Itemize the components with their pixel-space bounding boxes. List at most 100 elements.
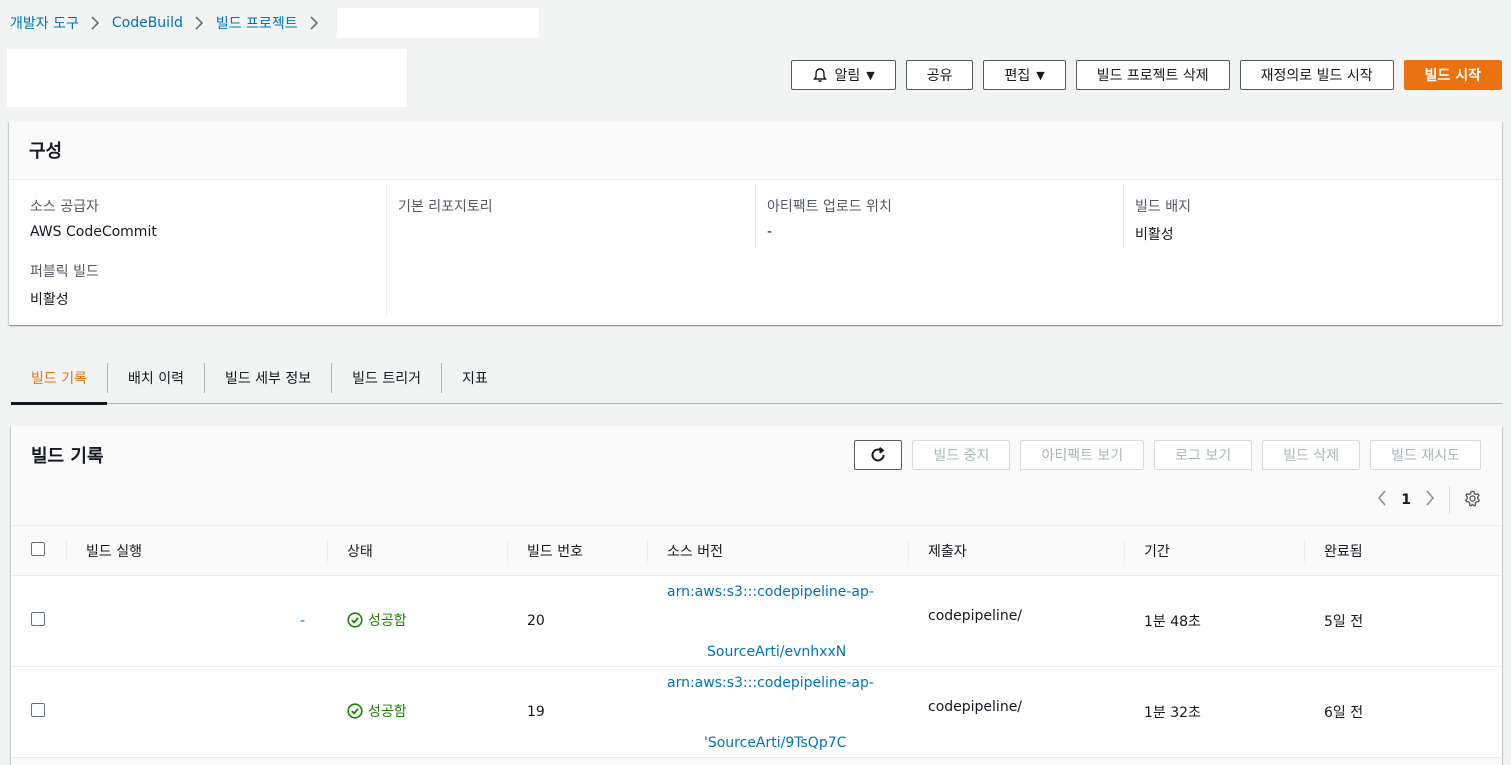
completed-cell: 5일 전 (1324, 614, 1364, 630)
column-divider (507, 540, 508, 562)
build-run-cell (66, 667, 327, 758)
public-build-field: 퍼블릭 빌드 비활성 (19, 249, 99, 309)
column-header-completed[interactable]: 완료됨 (1304, 526, 1502, 576)
view-logs-label: 로그 보기 (1175, 448, 1232, 464)
source-provider-label: 소스 공급자 (30, 199, 99, 215)
build-history-actions: 빌드 중지 아티팩트 보기 로그 보기 빌드 삭제 빌드 재시도 (854, 440, 1481, 470)
delete-build-label: 빌드 삭제 (1283, 448, 1340, 464)
tab-build-history[interactable]: 빌드 기록 (11, 352, 107, 405)
delete-build-button[interactable]: 빌드 삭제 (1262, 440, 1361, 470)
source-version-link-line2[interactable]: 'SourceArti/9TsQp7C (704, 735, 846, 751)
row-select-cell (11, 667, 66, 758)
current-page-number[interactable]: 1 (1401, 492, 1411, 508)
column-header-label: 제출자 (928, 543, 967, 560)
column-header-duration[interactable]: 기간 (1124, 526, 1304, 576)
column-header-build-run[interactable]: 빌드 실행 (66, 526, 327, 576)
retry-build-label: 빌드 재시도 (1391, 448, 1460, 464)
pager-divider (1449, 486, 1450, 514)
column-header-build-number[interactable]: 빌드 번호 (507, 526, 647, 576)
tab-batch-history[interactable]: 배치 이력 (108, 352, 204, 404)
primary-repository-label: 기본 리포지토리 (398, 199, 493, 215)
chevron-left-icon[interactable] (1377, 489, 1387, 511)
tab-build-details[interactable]: 빌드 세부 정보 (205, 352, 331, 404)
notify-label: 알림 (834, 68, 861, 84)
bell-icon (813, 68, 828, 82)
stop-build-label: 빌드 중지 (933, 448, 990, 464)
status-badge: 성공함 (347, 610, 407, 630)
column-header-source-version[interactable]: 소스 버전 (647, 526, 908, 576)
caret-down-icon: ▼ (1036, 68, 1045, 82)
gear-icon[interactable] (1464, 490, 1481, 511)
breadcrumb-build-projects[interactable]: 빌드 프로젝트 (216, 13, 298, 33)
build-run-link[interactable]: - (300, 613, 305, 629)
column-header-label: 빌드 번호 (527, 543, 583, 560)
source-version-cell: arn:aws:s3:::codepipeline-ap- 'SourceArt… (647, 667, 908, 758)
chevron-right-icon[interactable] (1425, 489, 1435, 511)
row-checkbox[interactable] (31, 703, 45, 717)
source-provider-field: 소스 공급자 AWS CodeCommit (19, 184, 157, 240)
primary-repository-field: 기본 리포지토리 (386, 184, 493, 248)
artifact-upload-location-label: 아티팩트 업로드 위치 (767, 199, 892, 215)
breadcrumb-codebuild[interactable]: CodeBuild (112, 15, 183, 31)
artifact-upload-location-value: - (767, 224, 773, 240)
build-badge-field: 빌드 배지 비활성 (1123, 184, 1191, 248)
column-divider (1124, 540, 1125, 562)
completed-cell: 6일 전 (1324, 705, 1364, 721)
table-row[interactable]: - 성공함 20 arn:aws:s3:::codepipeline-ap- S… (11, 576, 1502, 667)
source-version-link-line1[interactable]: arn:aws:s3:::codepipeline-ap- (667, 675, 874, 691)
submitter-text: codepipeline/ (928, 699, 1023, 715)
build-badge-value: 비활성 (1135, 227, 1174, 243)
project-tabs: 빌드 기록 배치 이력 빌드 세부 정보 빌드 트리거 지표 (11, 352, 1502, 405)
view-artifacts-button[interactable]: 아티팩트 보기 (1020, 440, 1145, 470)
page-title-redacted (7, 49, 407, 107)
table-row[interactable]: 성공함 19 arn:aws:s3:::codepipeline-ap- 'So… (11, 667, 1502, 758)
build-badge-label: 빌드 배지 (1135, 199, 1191, 215)
success-check-icon (347, 612, 363, 628)
notify-button[interactable]: 알림 ▼ (791, 60, 896, 90)
view-logs-button[interactable]: 로그 보기 (1154, 440, 1253, 470)
source-version-wrapper: arn:aws:s3:::codepipeline-ap- SourceArti… (647, 576, 908, 666)
source-version-wrapper: arn:aws:s3:::codepipeline-ap- 'SourceArt… (647, 667, 908, 757)
row-checkbox[interactable] (31, 612, 45, 626)
column-header-label: 상태 (347, 543, 373, 560)
build-number-cell: 19 (527, 704, 545, 720)
refresh-icon (871, 447, 885, 462)
submitter-cell: codepipeline/ (908, 667, 1124, 758)
status-text: 성공함 (368, 704, 407, 720)
start-build-label: 빌드 시작 (1424, 68, 1481, 84)
chevron-right-icon (195, 16, 204, 30)
tab-metrics[interactable]: 지표 (442, 352, 508, 404)
share-button[interactable]: 공유 (905, 60, 974, 90)
source-version-link-line1[interactable]: arn:aws:s3:::codepipeline-ap- (667, 584, 874, 600)
column-divider (327, 540, 328, 562)
start-build-with-overrides-button[interactable]: 재정의로 빌드 시작 (1239, 60, 1394, 90)
status-text: 성공함 (368, 613, 407, 629)
column-divider (647, 540, 648, 562)
column-header-status[interactable]: 상태 (327, 526, 507, 576)
edit-label: 편집 (1004, 68, 1031, 84)
start-build-button[interactable]: 빌드 시작 (1403, 60, 1502, 90)
start-build-with-overrides-label: 재정의로 빌드 시작 (1260, 68, 1373, 84)
select-all-checkbox[interactable] (31, 541, 45, 556)
delete-project-button[interactable]: 빌드 프로젝트 삭제 (1075, 60, 1230, 90)
column-header-label: 소스 버전 (667, 543, 723, 560)
stop-build-button[interactable]: 빌드 중지 (912, 440, 1011, 470)
tab-build-triggers[interactable]: 빌드 트리거 (332, 352, 441, 404)
column-header-label: 기간 (1144, 543, 1170, 560)
pagination: 1 (1377, 486, 1481, 514)
public-build-value: 비활성 (30, 292, 69, 308)
build-run-cell: - (66, 576, 327, 667)
column-divider (1304, 540, 1305, 562)
breadcrumb-developer-tools[interactable]: 개발자 도구 (10, 13, 79, 33)
retry-build-button[interactable]: 빌드 재시도 (1370, 440, 1481, 470)
source-version-link-line2[interactable]: SourceArti/evnhxxN (707, 644, 846, 660)
column-header-submitter[interactable]: 제출자 (908, 526, 1124, 576)
status-cell: 성공함 (327, 576, 507, 667)
build-history-panel: 빌드 기록 빌드 중지 아티팩트 보기 로그 보기 빌드 삭제 빌드 재시도 1… (11, 426, 1502, 765)
breadcrumb: 개발자 도구 CodeBuild 빌드 프로젝트 (10, 8, 539, 38)
table-header-row: 빌드 실행 상태 빌드 번호 소스 버전 제출자 기간 완료됨 (11, 525, 1502, 576)
chevron-right-icon (310, 16, 319, 30)
refresh-button[interactable] (854, 440, 903, 470)
row-select-cell (11, 576, 66, 667)
edit-button[interactable]: 편집 ▼ (983, 60, 1066, 90)
